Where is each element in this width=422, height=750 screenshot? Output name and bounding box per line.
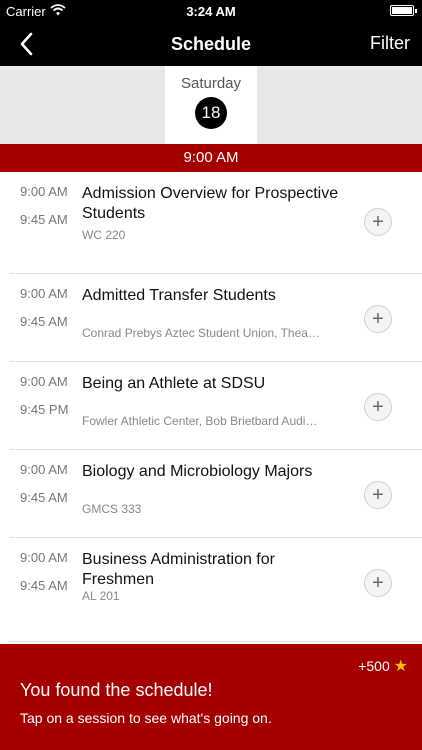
- session-end-time: 9:45 AM: [20, 578, 68, 593]
- session-title: Biology and Microbiology Majors: [82, 463, 313, 480]
- session-list: 9:00 AM 9:45 AM Admission Overview for P…: [0, 172, 422, 642]
- status-time: 3:24 AM: [186, 4, 236, 19]
- session-end-time: 9:45 AM: [20, 314, 68, 329]
- session-start-time: 9:00 AM: [20, 184, 68, 199]
- battery-icon: [390, 5, 417, 16]
- points-value: +500: [358, 658, 390, 674]
- page-title: Schedule: [170, 34, 252, 54]
- add-session-button[interactable]: +: [364, 481, 392, 509]
- plus-icon: +: [372, 484, 384, 506]
- session-row[interactable]: 9:00 AM 9:45 AM Admission Overview for P…: [0, 172, 422, 274]
- session-end-time: 9:45 AM: [20, 212, 68, 227]
- session-end-time: 9:45 AM: [20, 490, 68, 505]
- add-session-button[interactable]: +: [364, 569, 392, 597]
- session-row[interactable]: 9:00 AM 9:45 AM Biology and Microbiology…: [0, 450, 422, 538]
- add-session-button[interactable]: +: [364, 305, 392, 333]
- filter-button[interactable]: Filter: [370, 33, 410, 54]
- achievement-banner[interactable]: +500 ★ You found the schedule! Tap on a …: [0, 644, 422, 750]
- row-divider: [10, 641, 422, 642]
- session-title: Admitted Transfer Students: [82, 287, 276, 304]
- status-bar: Carrier 3:24 AM: [0, 0, 422, 22]
- plus-icon: +: [372, 396, 384, 418]
- session-title: Being an Athlete at SDSU: [82, 375, 266, 392]
- session-location: WC 220: [82, 228, 126, 242]
- session-location: AL 201: [82, 589, 120, 603]
- add-session-button[interactable]: +: [364, 208, 392, 236]
- session-location: GMCS 333: [82, 502, 142, 516]
- banner-heading: You found the schedule!: [20, 680, 213, 700]
- session-start-time: 9:00 AM: [20, 374, 68, 389]
- time-section-header: 9:00 AM: [0, 144, 422, 172]
- session-start-time: 9:00 AM: [20, 550, 68, 565]
- plus-icon: +: [372, 308, 384, 330]
- session-start-time: 9:00 AM: [20, 286, 68, 301]
- session-location: Fowler Athletic Center, Bob Brietbard Au…: [82, 414, 318, 428]
- session-row[interactable]: 9:00 AM 9:45 AM Business Administration …: [0, 538, 422, 642]
- day-name: Saturday: [180, 75, 242, 92]
- add-session-button[interactable]: +: [364, 393, 392, 421]
- plus-icon: +: [372, 211, 384, 233]
- day-selector: Saturday 18: [0, 66, 422, 144]
- session-end-time: 9:45 PM: [20, 402, 69, 417]
- session-title: Business Administration for Freshmen: [82, 551, 275, 588]
- session-title: Admission Overview for Prospective Stude…: [82, 185, 339, 222]
- session-row[interactable]: 9:00 AM 9:45 AM Admitted Transfer Studen…: [0, 274, 422, 362]
- day-tab-selected[interactable]: Saturday 18: [165, 66, 257, 144]
- day-number-badge: 18: [195, 97, 227, 129]
- session-row[interactable]: 9:00 AM 9:45 PM Being an Athlete at SDSU…: [0, 362, 422, 450]
- session-start-time: 9:00 AM: [20, 462, 68, 477]
- plus-icon: +: [372, 572, 384, 594]
- session-location: Conrad Prebys Aztec Student Union, Thea…: [82, 326, 320, 340]
- banner-subtitle: Tap on a session to see what's going on.: [20, 710, 272, 726]
- nav-bar: Schedule Filter: [0, 22, 422, 66]
- star-icon: ★: [393, 658, 408, 675]
- points-badge: +500 ★: [358, 656, 408, 676]
